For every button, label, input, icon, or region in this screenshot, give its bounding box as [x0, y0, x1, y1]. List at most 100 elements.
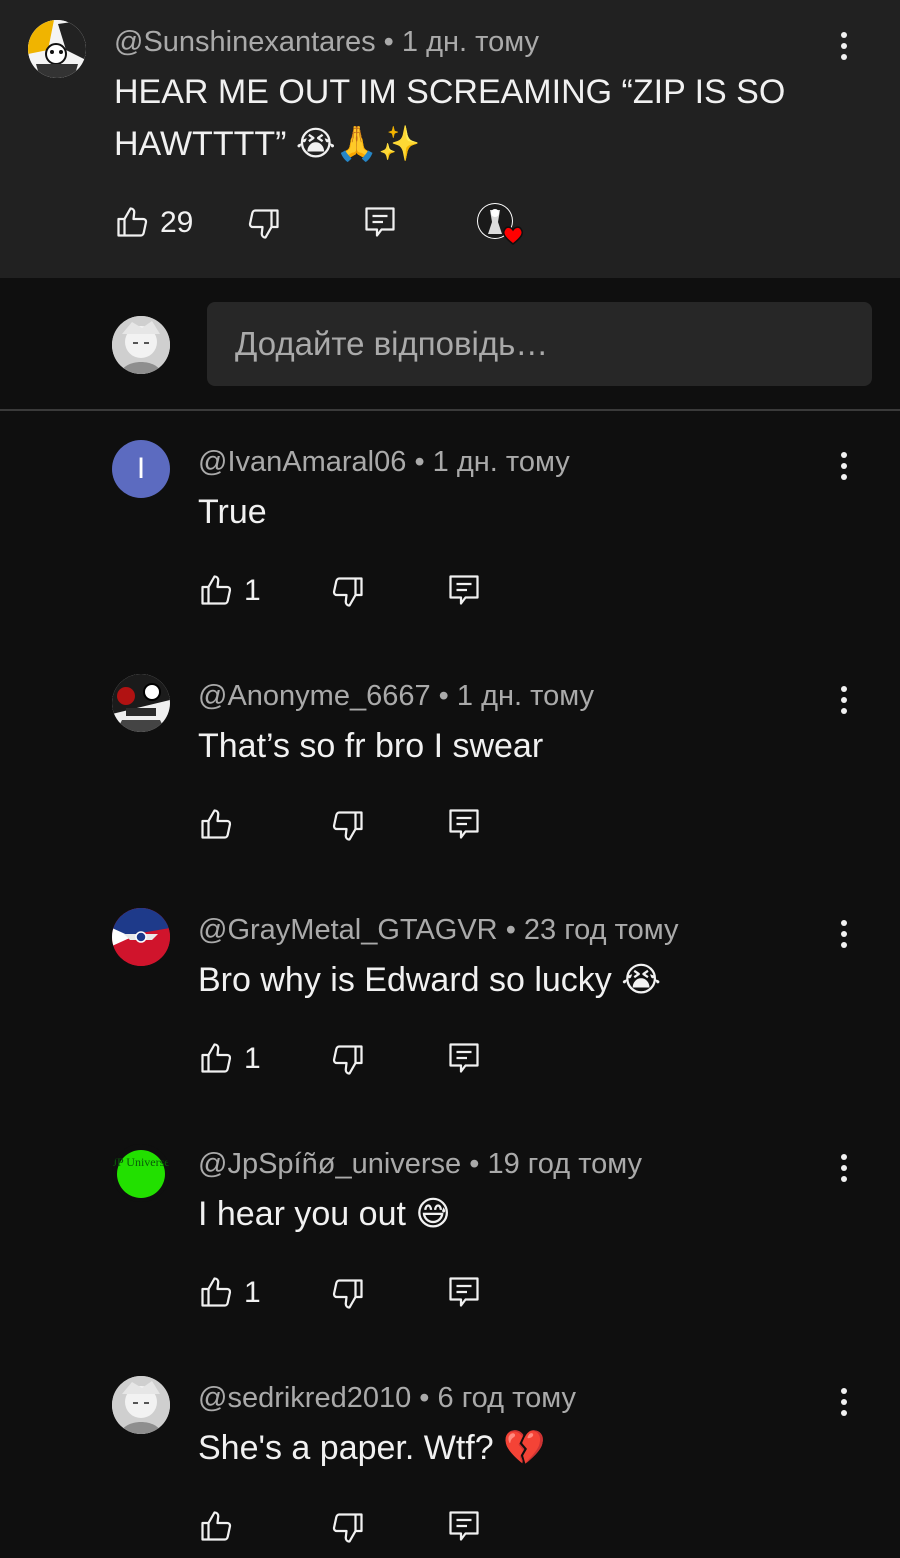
like-count: 1: [244, 1042, 261, 1075]
divider: [0, 409, 900, 411]
reply-button[interactable]: [446, 806, 482, 842]
avatar[interactable]: I: [112, 440, 170, 498]
comment-time: 1 дн. тому: [432, 446, 570, 478]
dislike-button[interactable]: [330, 1510, 366, 1546]
comment-emoji: 💔: [503, 1429, 546, 1467]
reply-button[interactable]: [362, 204, 398, 240]
like-button[interactable]: [198, 806, 234, 842]
creator-heart-badge: [476, 202, 528, 246]
comment-text: That’s so fr bro I swear: [198, 720, 543, 772]
reply-input[interactable]: [207, 302, 835, 386]
reply-button[interactable]: [446, 1508, 482, 1544]
thumbs-up-icon: [117, 207, 148, 237]
reply-button[interactable]: [446, 1274, 482, 1310]
comment-text: HEAR ME OUT IM SCREAMING “ZIP IS SO HAWT…: [114, 66, 854, 170]
comment-meta: @IvanAmaral06 • 1 дн. тому: [198, 446, 570, 479]
meta-separator: •: [383, 26, 402, 58]
comment-text-content: Bro why is Edward so lucky: [198, 961, 612, 999]
like-button[interactable]: [114, 204, 150, 240]
comment-time: 6 год тому: [437, 1382, 576, 1414]
avatar-image: [112, 1376, 170, 1434]
reply-button[interactable]: [446, 572, 482, 608]
like-count: 29: [160, 206, 194, 239]
like-count: 1: [244, 1276, 261, 1309]
comment-time: 1 дн. тому: [401, 26, 539, 58]
avatar-letter: I: [136, 452, 146, 485]
like-button[interactable]: [198, 572, 234, 608]
comment-text-content: I hear you out: [198, 1195, 406, 1233]
comment-text-content: True: [198, 493, 267, 531]
like-button[interactable]: [198, 1508, 234, 1544]
comment-text-content: That’s so fr bro I swear: [198, 727, 544, 765]
more-vert-icon[interactable]: [832, 32, 856, 72]
reply-comment-icon: [365, 207, 395, 237]
meta-separator: •: [414, 446, 433, 478]
more-vert-icon[interactable]: [832, 1154, 856, 1194]
comment-text-line: HEAR ME OUT IM SCREAMING “ZIP IS SO: [114, 73, 786, 111]
avatar-image: [112, 908, 170, 966]
dislike-button[interactable]: [330, 574, 366, 610]
avatar-text: JP Universe: [112, 1155, 169, 1169]
dislike-button[interactable]: [330, 1276, 366, 1312]
thumbs-down-icon: [332, 577, 363, 607]
creator-heart-icon: [477, 203, 524, 245]
comment-time: 19 год тому: [487, 1148, 643, 1180]
thumbs-up-icon: [201, 1511, 232, 1541]
comment-text: She's a paper. Wtf? 💔: [198, 1422, 545, 1474]
avatar[interactable]: [112, 674, 170, 732]
thumbs-down-icon: [332, 811, 363, 841]
reply-comment-icon: [449, 1277, 479, 1307]
dislike-button[interactable]: [330, 1042, 366, 1078]
comment-text: I hear you out 😅: [198, 1188, 451, 1240]
avatar[interactable]: JP Universe: [112, 1144, 170, 1202]
dislike-button[interactable]: [246, 206, 282, 242]
author-name[interactable]: @Sunshinexantares: [114, 26, 376, 58]
comment-text: True: [198, 486, 267, 538]
avatar-image: [112, 674, 170, 732]
author-name[interactable]: @JpSpíñø_universe: [198, 1148, 461, 1180]
thumbs-up-icon: [201, 809, 232, 839]
comment-meta: @Sunshinexantares • 1 дн. тому: [114, 26, 539, 59]
reply-input-container[interactable]: [207, 302, 872, 386]
reply-button[interactable]: [446, 1040, 482, 1076]
comment-meta: @sedrikred2010 • 6 год тому: [198, 1382, 576, 1415]
comment-emoji: 😭🙏✨: [295, 125, 421, 163]
thumbs-up-icon: [201, 1043, 232, 1073]
comment-meta: @GrayMetal_GTAGVR • 23 год тому: [198, 914, 679, 947]
like-button[interactable]: [198, 1040, 234, 1076]
more-vert-icon[interactable]: [832, 920, 856, 960]
avatar[interactable]: [112, 1376, 170, 1434]
reply-comment-icon: [449, 809, 479, 839]
meta-separator: •: [505, 914, 524, 946]
more-vert-icon[interactable]: [832, 1388, 856, 1428]
more-vert-icon[interactable]: [832, 452, 856, 492]
author-name[interactable]: @GrayMetal_GTAGVR: [198, 914, 498, 946]
avatar[interactable]: [28, 20, 86, 78]
dislike-button[interactable]: [330, 808, 366, 844]
thumbs-up-icon: [201, 1277, 232, 1307]
like-button[interactable]: [198, 1274, 234, 1310]
author-name[interactable]: @sedrikred2010: [198, 1382, 411, 1414]
comment-time: 23 год тому: [523, 914, 679, 946]
own-avatar: [112, 316, 170, 374]
comment-emoji: 😅: [415, 1195, 451, 1233]
avatar[interactable]: [112, 908, 170, 966]
author-name[interactable]: @IvanAmaral06: [198, 446, 406, 478]
comment-time: 1 дн. тому: [456, 680, 594, 712]
meta-separator: •: [469, 1148, 488, 1180]
comment-emoji: 😭: [621, 961, 661, 999]
like-count: 1: [244, 574, 261, 607]
reply-comment-icon: [449, 1043, 479, 1073]
meta-separator: •: [438, 680, 457, 712]
comment-meta: @JpSpíñø_universe • 19 год тому: [198, 1148, 642, 1181]
thumbs-down-icon: [332, 1045, 363, 1075]
comment-text-content: She's a paper. Wtf?: [198, 1429, 494, 1467]
avatar-image: [112, 316, 170, 374]
thumbs-down-icon: [332, 1513, 363, 1543]
more-vert-icon[interactable]: [832, 686, 856, 726]
reply-comment-icon: [449, 575, 479, 605]
author-name[interactable]: @Anonyme_6667: [198, 680, 431, 712]
thumbs-down-icon: [248, 209, 279, 239]
parent-comment: @Sunshinexantares • 1 дн. тому HEAR ME O…: [0, 0, 900, 278]
avatar-image: JP Universe: [112, 1144, 170, 1202]
